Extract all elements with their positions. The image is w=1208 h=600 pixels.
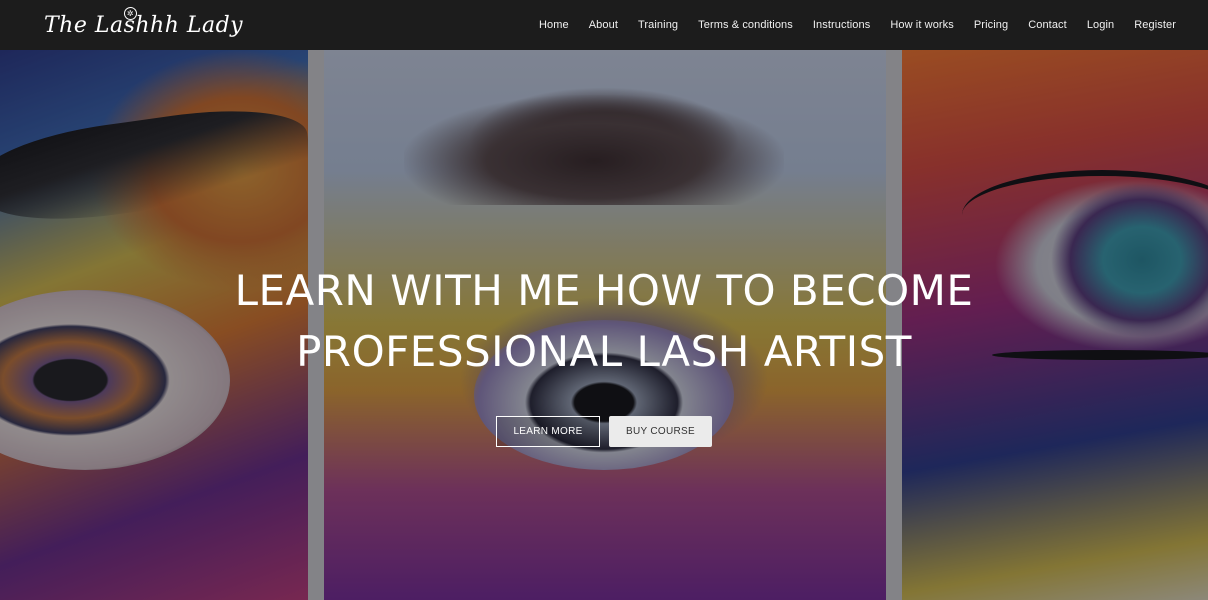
logo-emblem-icon: ✲ [124, 6, 137, 20]
hero-section: LEARN WITH ME HOW TO BECOME PROFESSIONAL… [0, 50, 1208, 600]
hero-headline: LEARN WITH ME HOW TO BECOME PROFESSIONAL… [0, 260, 1208, 382]
nav-instructions[interactable]: Instructions [803, 19, 880, 31]
site-logo[interactable]: The Lashhh Lady ✲ [44, 6, 244, 38]
nav-about[interactable]: About [579, 19, 628, 31]
site-header: The Lashhh Lady ✲ Home About Training Te… [0, 0, 1208, 50]
nav-contact[interactable]: Contact [1018, 19, 1077, 31]
hero-content: LEARN WITH ME HOW TO BECOME PROFESSIONAL… [0, 50, 1208, 600]
main-nav: Home About Training Terms & conditions I… [529, 19, 1186, 31]
logo-text: The Lashhh Lady [44, 12, 244, 38]
nav-login[interactable]: Login [1077, 19, 1124, 31]
nav-training[interactable]: Training [628, 19, 688, 31]
hero-headline-line-2: PROFESSIONAL LASH ARTIST [296, 327, 912, 376]
nav-how-it-works[interactable]: How it works [880, 19, 964, 31]
nav-pricing[interactable]: Pricing [964, 19, 1018, 31]
nav-register[interactable]: Register [1124, 19, 1186, 31]
hero-headline-line-1: LEARN WITH ME HOW TO BECOME [234, 266, 974, 315]
hero-cta-group: LEARN MORE BUY COURSE [496, 416, 712, 447]
nav-home[interactable]: Home [529, 19, 579, 31]
nav-terms-conditions[interactable]: Terms & conditions [688, 19, 803, 31]
learn-more-button[interactable]: LEARN MORE [496, 416, 600, 447]
buy-course-button[interactable]: BUY COURSE [609, 416, 712, 447]
